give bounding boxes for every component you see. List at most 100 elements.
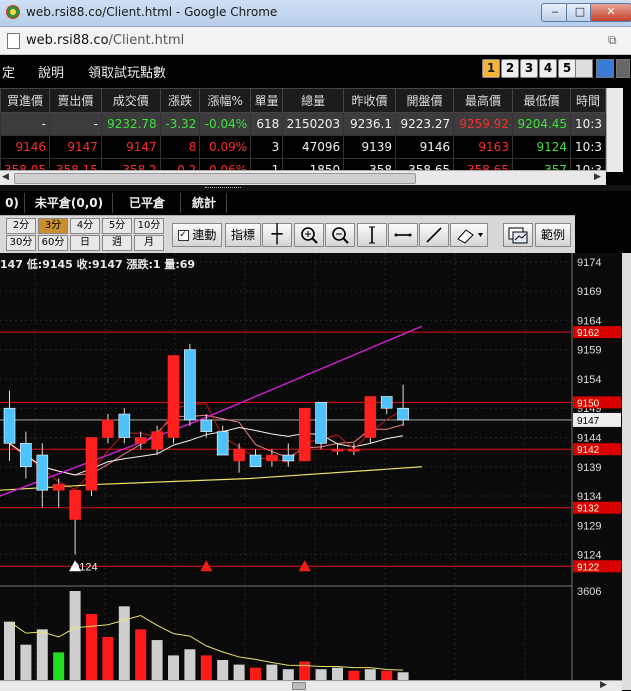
candlestick-chart[interactable]: 9174916991649159915491499144913991349129… [0,253,631,690]
candle-body [348,448,360,452]
column-header[interactable]: 漲幅% [199,88,252,113]
horizontal-line-icon[interactable] [388,223,418,247]
volume-bar [102,637,114,683]
chart-scroll-thumb[interactable] [292,682,306,690]
tab-open-positions[interactable]: 未平倉(0,0) [26,193,113,213]
grid-layout-icon[interactable] [575,59,593,78]
quote-cell: 358.05 [0,158,50,170]
quote-horizontal-scrollbar[interactable]: ◀ ▶ [0,170,606,185]
order-tabs: 0) 未平倉(0,0) 已平倉 統計 [0,191,631,215]
quote-row[interactable]: 9146 9147 9147 8 0.09% 3 47096 9139 9146 9163 9124… [0,135,606,159]
column-header[interactable]: 成交價 [100,88,161,113]
candle-body [102,419,114,438]
zoom-in-icon[interactable] [294,223,324,247]
layout-button-5[interactable]: 5 [558,59,576,78]
translate-icon[interactable]: ⧉ [608,33,617,48]
quote-cell: 358.2 [100,158,161,170]
quote-cell: 618 [250,112,284,136]
scroll-thumb[interactable] [14,173,416,184]
address-bar[interactable]: web.rsi88.co/Client.html ⧉ [0,27,631,55]
price-tick-label: 9124 [577,550,601,562]
period-button[interactable]: 5分 [102,218,132,234]
column-header[interactable]: 買進價 [0,88,50,113]
candle-body [36,454,49,491]
quote-cell: 9139 [343,135,396,159]
column-header[interactable]: 最低價 [511,88,572,113]
minimize-button[interactable]: ‒ [541,3,569,22]
indicator-button[interactable]: 指標 [225,223,261,247]
layout-button-4[interactable]: 4 [539,59,557,78]
linkage-toggle[interactable]: ✓ 連動 [172,223,222,247]
period-button[interactable]: 4分 [70,218,100,234]
quote-row[interactable]: 358.05 358.15 358.2 0.2 0.06% 1 1850 358 358.65 3… [0,158,606,170]
column-header[interactable]: 賣出價 [49,88,102,113]
column-header[interactable]: 時間 [570,88,606,113]
period-button[interactable]: 週 [102,235,132,251]
menu-item-help[interactable]: 說明 [38,62,64,81]
page-icon [7,33,20,49]
quote-cell: 0.09% [199,135,252,159]
compare-icon[interactable] [503,223,533,247]
column-header[interactable]: 昨收價 [343,88,396,113]
trend-line-icon[interactable] [419,223,449,247]
column-header[interactable]: 漲跌 [159,88,201,113]
window-layout-icon[interactable] [596,59,614,78]
volume-bar [151,640,163,683]
tab-statistics[interactable]: 統計 [182,193,227,213]
url-text[interactable]: web.rsi88.co/Client.html [26,33,184,48]
more-layout-icon[interactable] [616,59,630,78]
quote-cell: 9259.92 [453,112,513,136]
example-button[interactable]: 範例 [535,223,571,247]
layout-button-2[interactable]: 2 [501,59,519,78]
period-button[interactable]: 30分 [6,235,36,251]
column-header[interactable]: 總量 [282,88,345,113]
scroll-right-icon[interactable]: ▶ [594,172,601,182]
quote-cell: 1850 [282,158,345,170]
period-button[interactable]: 月 [134,235,164,251]
scroll-left-icon[interactable]: ◀ [2,172,9,182]
candle-body [69,489,81,520]
price-line-label: 9150 [577,398,600,409]
quote-vertical-scrollbar[interactable] [606,88,623,172]
candle-body [233,448,245,462]
quote-cell: -0.04% [199,112,252,136]
quote-cell: 358.65 [453,158,513,170]
quote-cell: 8 [159,135,201,159]
period-button[interactable]: 3分 [38,218,68,234]
layout-button-1[interactable]: 1 [482,59,500,78]
splitter-grip-icon[interactable] [205,187,241,189]
vertical-line-icon[interactable] [357,223,387,247]
window-title-bar: web.rsi88.co/Client.html - Google Chrome… [0,0,631,27]
close-button[interactable]: ✕ [590,3,631,22]
menu-item-claim-points[interactable]: 領取試玩點數 [88,62,166,81]
period-button[interactable]: 日 [70,235,100,251]
period-button[interactable]: 2分 [6,218,36,234]
chart-scroll-right-icon[interactable]: ▶ [600,680,607,690]
period-button[interactable]: 60分 [38,235,68,251]
crosshair-icon[interactable]: ┼ [262,223,292,247]
chart-vertical-scrollbar[interactable] [622,253,631,690]
zoom-out-icon[interactable] [325,223,355,247]
layout-button-3[interactable]: 3 [520,59,538,78]
volume-bar [36,629,48,683]
price-tick-label: 9174 [577,257,601,269]
column-header[interactable]: 開盤價 [394,88,455,113]
chart-horizontal-scrollbar[interactable]: ▶ [0,680,622,691]
volume-tick-label: 3606 [577,586,601,598]
chrome-logo-icon [6,5,20,19]
quote-cell: 10:3 [570,158,606,170]
column-header[interactable]: 單量 [250,88,284,113]
current-price-label: 9147 [577,416,600,427]
candle-body [3,407,16,444]
tab-partial[interactable]: 0) [0,193,25,213]
eraser-icon[interactable] [450,223,488,247]
quote-row[interactable]: - -9232.78 -3.32 -0.04% 618 2150203 9236.1 9223… [0,112,606,136]
column-header[interactable]: 最高價 [453,88,513,113]
menu-item-partial[interactable]: 定 [2,62,15,81]
candle-body [249,454,262,468]
quote-cell: 3 [250,135,284,159]
period-button[interactable]: 10分 [134,218,164,234]
volume-bar [118,606,130,683]
tab-closed-positions[interactable]: 已平倉 [114,193,181,213]
linkage-checkbox[interactable]: ✓ [177,230,189,241]
